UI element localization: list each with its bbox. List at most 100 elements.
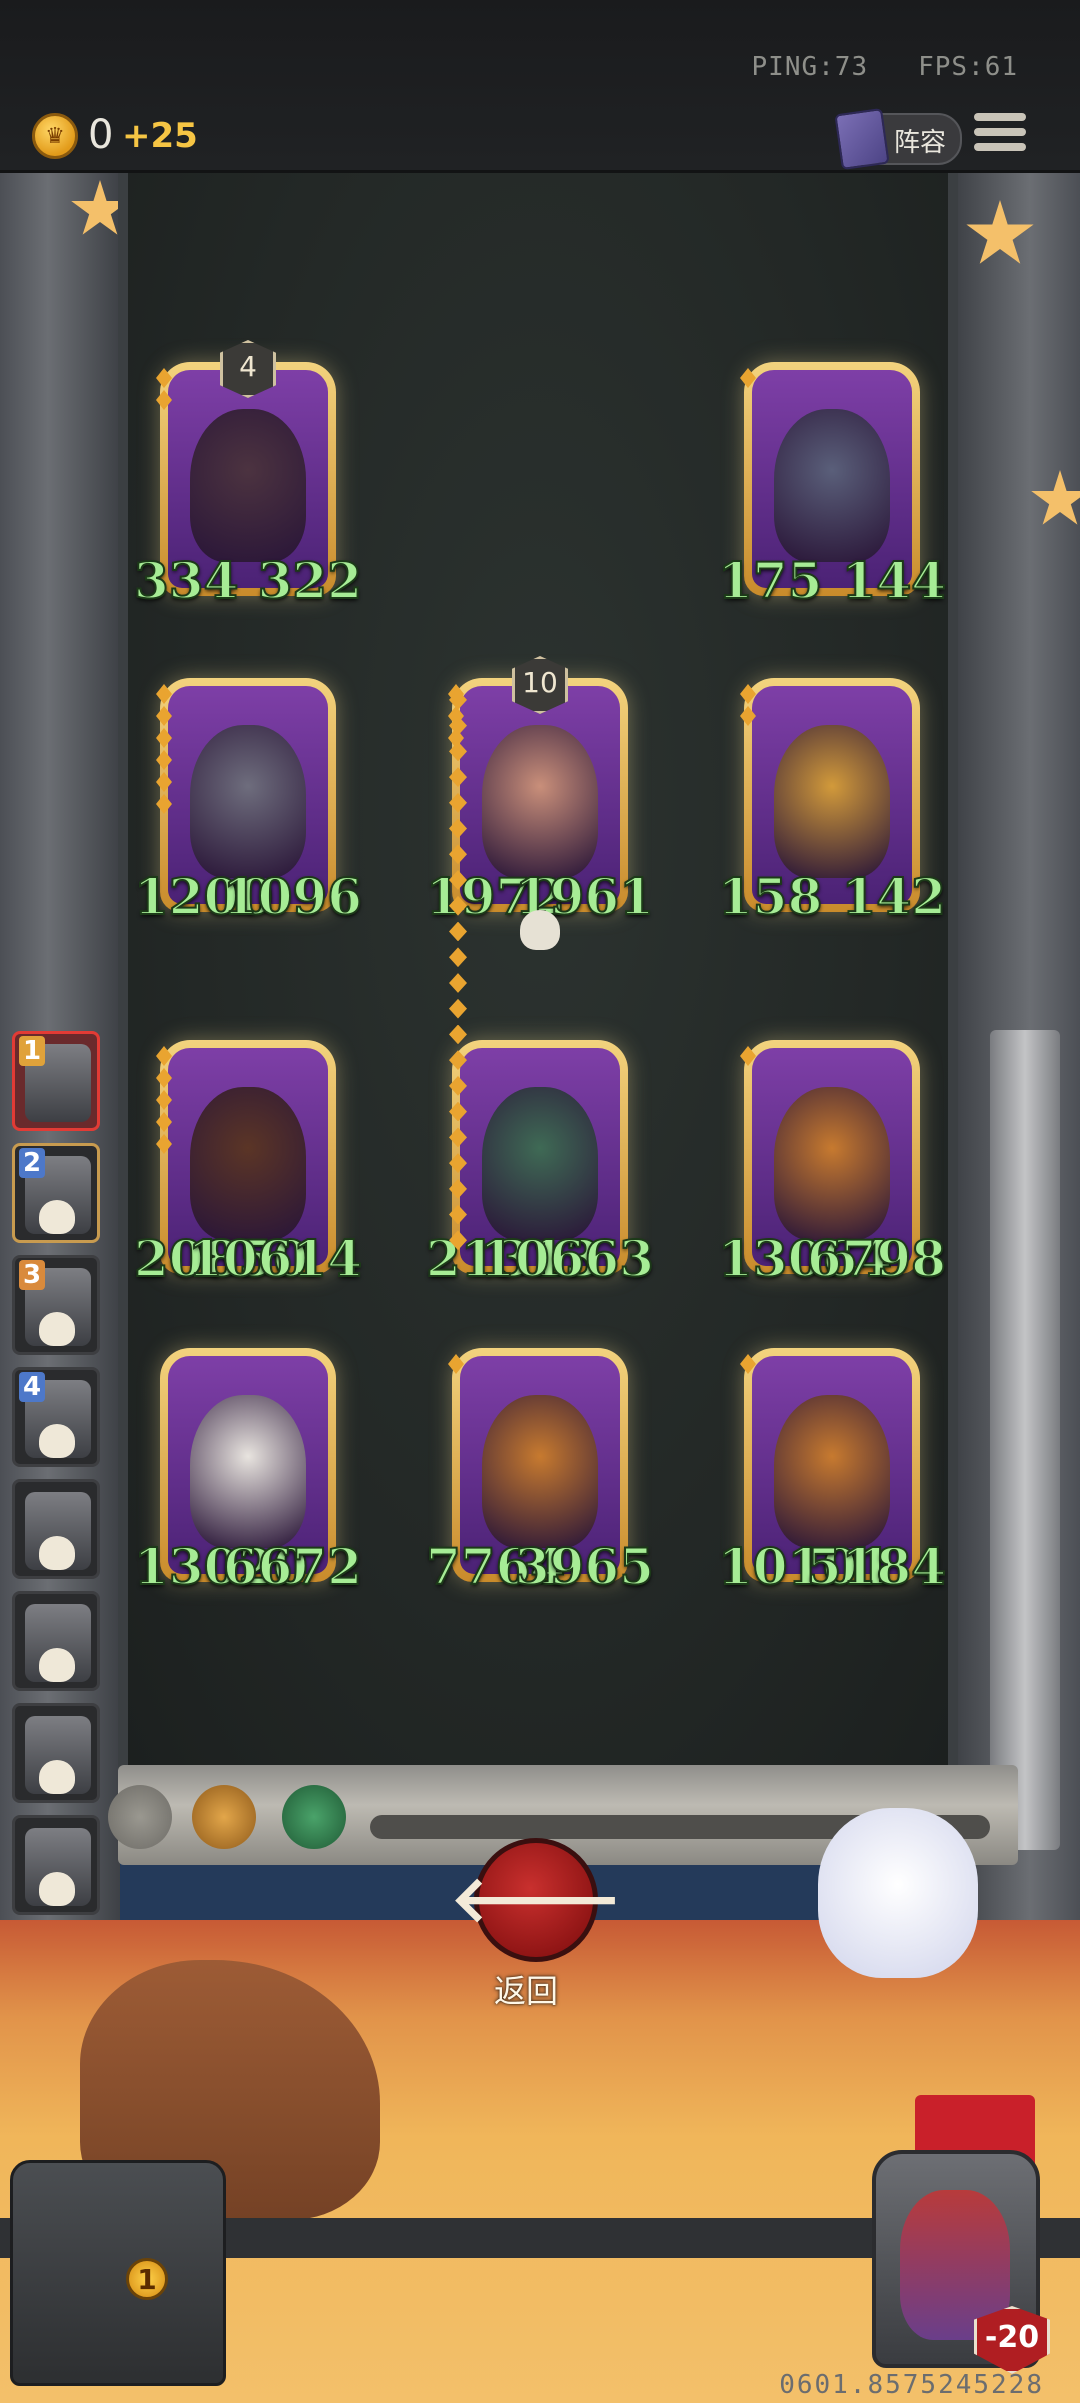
gold-income: +25 [122,116,198,156]
gem-column [448,1354,466,1374]
network-stats: PING:73 FPS:61 [752,52,1018,82]
gem-icon [156,1134,172,1154]
chain-gem-icon [449,792,467,813]
lineup-button[interactable]: 阵容 [834,107,962,171]
chain-gem-icon [449,1153,467,1173]
chain-gem-icon [449,1204,467,1225]
lineup-label: 阵容 [894,128,947,158]
white-cat-mascot[interactable] [818,1808,978,1978]
roster-player-2[interactable]: 2 [12,1143,100,1243]
gem-column [156,684,174,814]
roster-player-6[interactable] [12,1591,100,1691]
gem-column [740,684,758,726]
gem-column [740,1354,758,1374]
chain-gem-icon [449,1127,467,1148]
unit-card-armored-knight[interactable]: 4 334 322 [133,340,363,611]
gem-column [740,368,758,388]
menu-bar-icon [974,113,1026,121]
menu-bar-icon [974,143,1026,151]
unit-card-raccoon-juggler[interactable]: 13064 6798 [717,1040,947,1289]
token-grey-icon[interactable] [108,1785,172,1849]
chain-gem-icon [449,895,467,916]
raccoon-juggler-portrait [482,1395,598,1548]
health-value: 6798 [806,1228,947,1289]
roster-player-5[interactable] [12,1479,100,1579]
buff-chain [449,690,469,1251]
skull-icon [39,1424,75,1458]
golden-mummy-portrait [774,725,890,878]
health-value: 10614 [187,1228,363,1289]
rank-badge: 1 [19,1036,45,1066]
green-demon-girl-portrait [482,1087,598,1240]
ping-readout: PING:73 [751,52,869,82]
top-hud: PING:73 FPS:61 ♛ 0 +25 阵容 [0,0,1080,173]
health-value: 142 [841,866,947,927]
chain-gem-icon [449,741,467,762]
unit-card-green-demon-girl[interactable]: 21313 10663 [425,1040,655,1289]
gem-icon [156,684,172,704]
health-value: 5184 [806,1536,947,1597]
health-value: 322 [257,550,363,611]
gem-icon [740,1046,756,1066]
skull-icon [520,910,560,950]
menu-bar-icon [974,128,1026,136]
roster-player-3[interactable]: 3 [12,1255,100,1355]
treasure-chest-button[interactable] [10,2160,226,2386]
gem-column [156,1046,174,1154]
player-roster: 1 2 3 4 [2,1025,106,1940]
attack-value: 334 [133,550,239,611]
gem-icon [156,1046,172,1066]
horned-beast-portrait [190,1087,306,1240]
skull-icon [39,1536,75,1570]
menu-button[interactable] [974,113,1026,161]
unit-card-raccoon-juggler-3[interactable]: 10101 5184 [717,1348,947,1597]
chain-gem-icon [449,973,467,993]
token-green-icon[interactable] [282,1785,346,1849]
gem-icon [740,684,756,704]
gem-icon [156,368,172,388]
dragon-portrait [190,725,306,878]
chain-gem-icon [449,1178,467,1199]
gem-icon [740,706,756,726]
roster-player-7[interactable] [12,1703,100,1803]
unit-card-bulldog[interactable]: 13020 6672 [133,1348,363,1597]
gem-icon [156,1112,172,1132]
health-value: 1096 [222,866,363,927]
chain-gem-icon [449,1230,467,1251]
gem-icon [740,368,756,388]
chain-gem-icon [449,715,467,736]
unit-card-bat-demon[interactable]: 175 144 [717,362,947,611]
bulldog-portrait [190,1395,306,1548]
unit-card-golden-mummy[interactable]: 158 142 [717,678,947,927]
book-icon [834,107,890,171]
rank-badge: 3 [19,1260,45,1290]
unit-card-raccoon-juggler-2[interactable]: 7764 3965 [425,1348,655,1597]
skull-icon [39,1872,75,1906]
attack-value: 158 [717,866,823,927]
roster-player-1[interactable]: 1 [12,1031,100,1131]
back-button[interactable]: 🡐 [450,1838,622,1962]
chain-gem-icon [449,1076,467,1096]
gem-icon [156,1090,172,1110]
armored-knight-portrait [190,409,306,562]
rank-badge: 2 [19,1148,45,1178]
arrow-left-icon: 🡐 [450,1863,622,1937]
gem-icon [156,706,172,726]
back-label: 返回 [494,1972,559,2010]
token-orange-icon[interactable] [192,1785,256,1849]
skull-icon [39,1648,75,1682]
build-id: 0601.8575245228 [779,2370,1044,2400]
stone-pillar [990,1030,1060,1850]
roster-player-4[interactable]: 4 [12,1367,100,1467]
unit-card-dragon[interactable]: 1200 1096 [133,678,363,927]
health-value: 3965 [514,1536,655,1597]
unit-card-old-scientist[interactable]: 10 1972 1961 [425,656,655,950]
health-value: 6672 [222,1536,363,1597]
chain-gem-icon [449,844,467,865]
chain-gem-icon [449,947,467,968]
gem-icon [156,1068,172,1088]
roster-player-8[interactable] [12,1815,100,1915]
unit-card-horned-beast[interactable]: 20850 10614 [133,1040,363,1289]
gem-icon [156,728,172,748]
gem-icon [740,1354,756,1374]
